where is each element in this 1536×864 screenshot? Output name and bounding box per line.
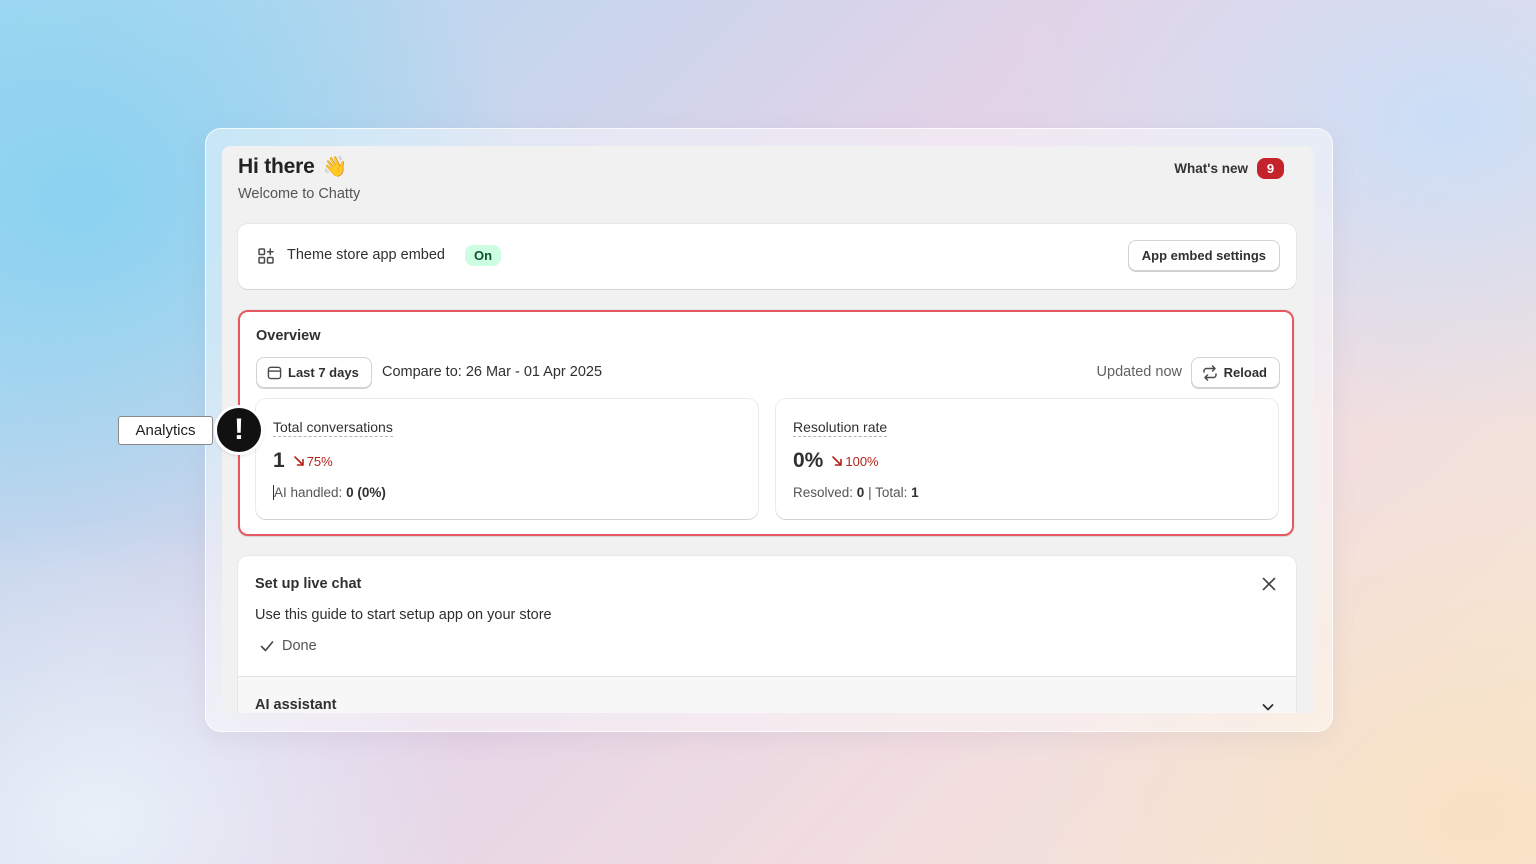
theme-embed-card: Theme store app embed On App embed setti… (238, 224, 1296, 289)
exclamation-icon: ! (217, 408, 261, 452)
embed-status-badge: On (465, 245, 502, 266)
ai-handled-label: AI handled: (274, 485, 347, 500)
metric-value: 0% (793, 449, 824, 472)
apps-grid-icon (258, 248, 274, 264)
metric-delta-value: 75% (306, 453, 333, 469)
metric-delta: 100% (831, 453, 879, 469)
done-toggle[interactable]: Done (260, 638, 317, 654)
updated-status: Updated now (1096, 364, 1182, 380)
resolved-label: Resolved: (793, 485, 857, 500)
done-label: Done (282, 638, 317, 654)
overview-card: Overview Last 7 days Compare to: 26 Mar … (238, 310, 1294, 536)
metric-delta-value: 100% (845, 453, 879, 469)
whats-new-count-badge: 9 (1257, 158, 1284, 179)
arrow-down-right-icon (832, 456, 843, 466)
calendar-icon (267, 366, 282, 380)
date-range-label: Last 7 days (288, 365, 359, 380)
metric-label[interactable]: Resolution rate (793, 419, 888, 437)
setup-title: Set up live chat (255, 576, 362, 592)
arrow-down-right-icon (293, 456, 304, 466)
wave-emoji: 👋 (322, 156, 348, 178)
app-page: Hi there 👋 Welcome to Chatty What's new … (222, 146, 1314, 713)
total-value: 1 (911, 485, 919, 500)
refresh-icon (1202, 364, 1217, 381)
whats-new-label: What's new (1174, 161, 1248, 176)
compare-text: Compare to: 26 Mar - 01 Apr 2025 (382, 364, 603, 380)
metric-card-resolution-rate: Resolution rate 0% 100% Resolved: 0 | To… (776, 399, 1278, 519)
whats-new-button[interactable]: What's new 9 (1174, 158, 1284, 179)
setup-description: Use this guide to start setup app on you… (255, 607, 552, 623)
metric-card-total-conversations: Total conversations 1 75% AI handled: 0 … (256, 399, 758, 519)
page-subtitle: Welcome to Chatty (238, 186, 361, 202)
reload-label: Reload (1223, 365, 1267, 380)
total-label: | Total: (864, 485, 912, 500)
metric-label[interactable]: Total conversations (273, 419, 393, 437)
overview-title: Overview (256, 328, 321, 344)
theme-embed-label: Theme store app embed (287, 247, 445, 263)
metric-footer: AI handled: 0 (0%) (273, 485, 386, 500)
analytics-annotation-tag: Analytics (118, 416, 213, 445)
metric-delta: 75% (293, 454, 333, 469)
date-range-button[interactable]: Last 7 days (256, 357, 372, 388)
setup-guide-card: Set up live chat Use this guide to start… (238, 556, 1296, 713)
ai-handled-value: 0 (0%) (346, 485, 386, 500)
ai-assistant-title: AI assistant (255, 697, 337, 713)
reload-button[interactable]: Reload (1190, 357, 1280, 388)
metric-value: 1 (273, 449, 285, 472)
checkmark-icon (260, 641, 274, 652)
chevron-down-icon[interactable] (1260, 699, 1276, 713)
metric-footer: Resolved: 0 | Total: 1 (793, 485, 919, 500)
app-embed-settings-button[interactable]: App embed settings (1127, 240, 1280, 271)
page-title: Hi there 👋 (238, 154, 347, 179)
ai-assistant-row[interactable]: AI assistant (238, 676, 1296, 713)
metric-value-row: 1 75% (273, 449, 333, 473)
metric-value-row: 0% 100% (793, 449, 879, 473)
greeting-text: Hi there (238, 154, 315, 178)
close-icon[interactable] (1260, 575, 1278, 593)
